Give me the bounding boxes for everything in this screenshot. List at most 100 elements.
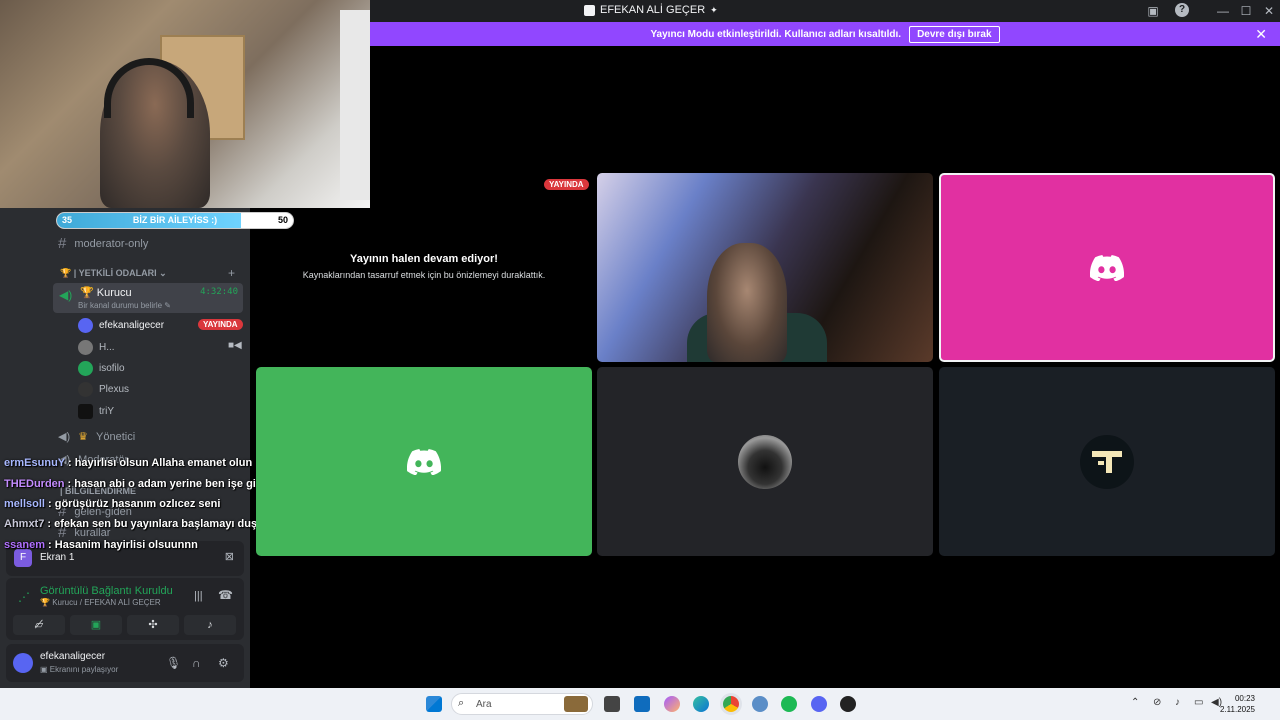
trophy-icon: 🏆 xyxy=(60,268,72,278)
discord-avatar xyxy=(78,318,93,333)
system-clock[interactable]: 00:23 2.11.2025 xyxy=(1220,693,1255,715)
screen-share-button[interactable]: ▣ xyxy=(70,615,122,635)
screen-share-avatar: F xyxy=(14,549,32,567)
camera-icon: ■◀ xyxy=(228,340,242,351)
inbox-icon[interactable]: ▣ xyxy=(1145,3,1161,19)
channel-moderator-only[interactable]: # moderator-only xyxy=(58,235,148,252)
user-name: isofilo xyxy=(99,363,125,374)
clock-time: 00:23 xyxy=(1234,694,1255,703)
headphones-icon[interactable]: ∩ xyxy=(192,656,201,670)
close-banner-icon[interactable]: ✕ xyxy=(1255,26,1267,43)
disable-streamer-mode-button[interactable]: Devre dışı bırak xyxy=(909,25,1000,43)
voice-connection-panel: ⋰ Görüntülü Bağlantı Kuruldu 🏆 Kurucu / … xyxy=(6,578,244,640)
window-title-text: EFEKAN ALİ GEÇER xyxy=(600,4,706,16)
user-name: efekanaligecer xyxy=(99,320,165,331)
voice-channel-name: 🏆 Kurucu xyxy=(80,287,132,299)
discord-avatar[interactable] xyxy=(13,653,33,673)
video-tile-avatar-moto[interactable] xyxy=(597,367,933,556)
tray-microphone-icon[interactable]: ♪ xyxy=(1175,697,1180,708)
close-window-icon[interactable]: ✕ xyxy=(1261,3,1277,19)
chat-username: ermEsunuY xyxy=(4,457,65,469)
channel-status-text: Bir kanal durumu belirle xyxy=(78,301,163,310)
category-name: | YETKİLİ ODALARI xyxy=(73,268,157,278)
channel-status[interactable]: Bir kanal durumu belirle ✎ xyxy=(78,301,171,310)
voice-user[interactable]: triY xyxy=(78,404,114,419)
camera-toggle-button[interactable]: ▱̸ xyxy=(13,615,65,635)
minimize-icon[interactable]: — xyxy=(1215,3,1231,19)
camera-off-icon: ▱̸ xyxy=(34,619,44,631)
discord-taskbar-icon[interactable] xyxy=(811,696,827,712)
category-header[interactable]: 🏆 | YETKİLİ ODALARI ⌄ xyxy=(60,268,167,279)
chat-text: : hasan abi o adam yerine ben işe girim xyxy=(64,478,273,490)
notifications-muted-icon[interactable]: ⊘ xyxy=(1153,697,1161,708)
speaker-icon: ◀) xyxy=(58,431,71,443)
voice-user[interactable]: Plexus xyxy=(78,382,129,397)
edge-icon[interactable] xyxy=(693,696,709,712)
voice-timer: 4:32:40 xyxy=(200,287,238,297)
noise-suppression-icon[interactable]: ||| xyxy=(194,590,203,602)
help-icon[interactable]: ? xyxy=(1175,3,1189,17)
speaker-icon: ◀) xyxy=(59,288,73,302)
crown-icon: ♛ xyxy=(78,431,88,443)
windows-start-icon[interactable] xyxy=(426,696,442,712)
settings-app-icon[interactable] xyxy=(752,696,768,712)
chat-username: Ahmxt7 xyxy=(4,518,45,530)
chat-text: : Hasanim hayirlisi olsuunnn xyxy=(44,539,198,551)
chat-username: THEDurden xyxy=(4,478,65,490)
activities-icon: ✣ xyxy=(148,619,158,631)
streamer-mode-banner: Yayıncı Modu etkinleştirildi. Kullanıcı … xyxy=(370,22,1280,46)
webcam-background-door xyxy=(340,10,370,200)
user-panel-status: ▣ Ekranını paylaşıyor xyxy=(40,665,119,674)
search-placeholder: Ara xyxy=(476,699,492,710)
microphone-icon[interactable]: 🎙 xyxy=(166,656,181,670)
copilot-icon[interactable] xyxy=(664,696,680,712)
logo-avatar xyxy=(1080,434,1134,489)
voice-user[interactable]: H... xyxy=(78,340,115,355)
taskbar-search[interactable]: ⌕ Ara xyxy=(451,693,593,715)
channel-name: moderator-only xyxy=(74,237,149,250)
streamer-icon: ✦ xyxy=(710,4,718,15)
motorcycle-avatar xyxy=(738,434,792,489)
voice-user[interactable]: isofilo xyxy=(78,361,125,376)
spotify-icon[interactable] xyxy=(781,696,797,712)
voice-channel-kurucu[interactable]: ◀) 🏆 Kurucu Bir kanal durumu belirle ✎ 4… xyxy=(53,283,243,313)
settings-gear-icon[interactable]: ⚙ xyxy=(218,656,229,670)
network-icon[interactable]: ▭ xyxy=(1194,697,1203,708)
disconnect-icon[interactable]: ☎ xyxy=(218,588,233,602)
obs-icon[interactable] xyxy=(840,696,856,712)
activities-button[interactable]: ✣ xyxy=(127,615,179,635)
title-bar: EFEKAN ALİ GEÇER ✦ ▣ ? — ☐ ✕ xyxy=(370,0,1280,22)
soundboard-button[interactable]: ♪ xyxy=(184,615,236,635)
user-name: Plexus xyxy=(99,384,130,395)
clock-date: 2.11.2025 xyxy=(1220,705,1255,714)
user-name: triY xyxy=(99,406,114,417)
maximize-icon[interactable]: ☐ xyxy=(1238,3,1254,19)
goal-max: 50 xyxy=(277,215,288,225)
server-logo-icon xyxy=(584,4,595,16)
user-panel-status-text: Ekranını paylaşıyor xyxy=(49,665,119,674)
windows-taskbar: ⌕ Ara ⌃ ⊘ ♪ ▭ ◀) 00:23 2.11.2025 xyxy=(0,688,1280,720)
stop-share-icon[interactable]: ⊠ xyxy=(225,550,234,563)
video-tile-avatar-logo[interactable] xyxy=(939,367,1275,556)
outlook-icon[interactable] xyxy=(634,696,650,712)
voice-location-text: Kurucu / EFEKAN ALİ GEÇER xyxy=(52,598,161,607)
discord-avatar xyxy=(78,361,93,376)
screen-share-icon: ▣ xyxy=(90,619,102,631)
channel-name: Yönetici xyxy=(96,430,136,443)
live-badge: YAYINDA xyxy=(198,319,243,330)
search-icon: ⌕ xyxy=(458,697,465,709)
chevron-up-icon[interactable]: ⌃ xyxy=(1131,697,1139,708)
video-tile-green[interactable] xyxy=(256,367,592,556)
video-tile-pink[interactable] xyxy=(939,173,1275,362)
chrome-icon[interactable] xyxy=(723,696,739,712)
chat-message: ssanem : Hasanim hayirlisi olsuunnn xyxy=(4,539,198,551)
add-channel-icon[interactable]: + xyxy=(228,266,235,280)
voice-channel-yonetici[interactable]: ◀) ♛ Yönetici xyxy=(58,430,136,444)
user-panel-name: efekanaligecer xyxy=(40,651,106,662)
voice-user[interactable]: efekanaligecer xyxy=(78,318,164,333)
discord-logo-icon xyxy=(1090,254,1124,281)
video-tile-camera[interactable] xyxy=(597,173,933,362)
task-view-icon[interactable] xyxy=(604,696,620,712)
voice-channel-name-text: Kurucu xyxy=(96,287,132,299)
stream-paused-subtitle: Kaynaklarından tasarruf etmek için bu ön… xyxy=(302,270,546,280)
